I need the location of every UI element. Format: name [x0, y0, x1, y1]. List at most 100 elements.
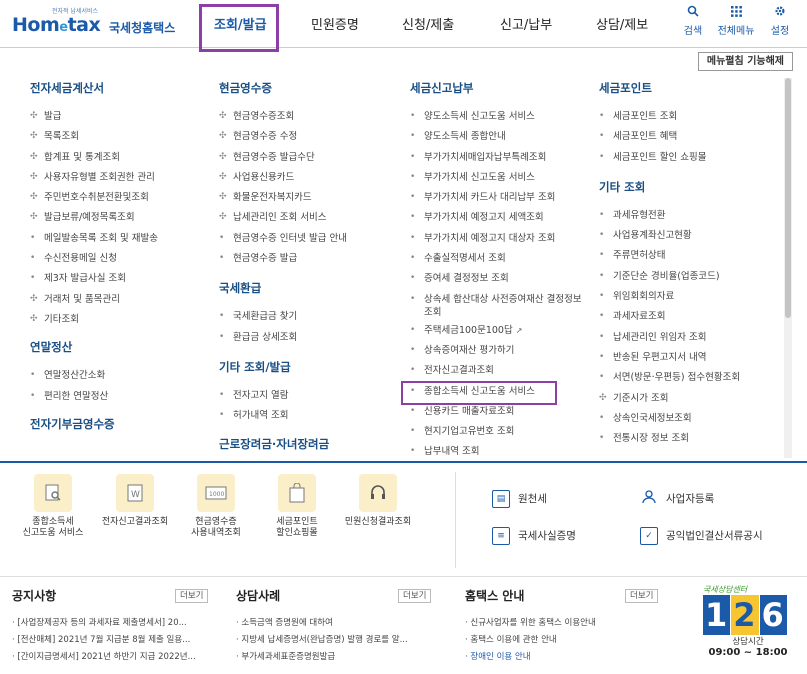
menu-item[interactable]: • 과세유형전환	[599, 209, 779, 229]
menu-item[interactable]: • 증여세 결정정보 조회	[410, 272, 590, 292]
settings-button[interactable]: 설정	[768, 4, 792, 37]
menu-item[interactable]: • 납부내역 조회	[410, 445, 590, 456]
menu-item[interactable]: • 사업용계좌신고현황	[599, 229, 779, 249]
guide-item[interactable]: · 장애인 이용 안내	[465, 650, 665, 662]
menu-item[interactable]: • 전통시장 정보 조회	[599, 432, 779, 452]
menu-item[interactable]: • 위임회회의자료	[599, 290, 779, 310]
quick-e-filing-result[interactable]: W 전자신고결과조회	[95, 474, 175, 528]
menu-item[interactable]: • 환급금 상세조회	[219, 331, 399, 351]
menu-item[interactable]: • 주택세금100문100답 ↗	[410, 324, 590, 344]
menu-item[interactable]: ✣ 합계표 및 통계조회	[30, 151, 210, 171]
menu-item[interactable]: • 현지기업고유번호 조회	[410, 425, 590, 445]
menu-item[interactable]: • 메일발송목록 조회 및 재발송	[30, 232, 210, 252]
notice-item[interactable]: · [전산매체] 2021년 7월 지급분 8월 제출 일용...	[12, 633, 212, 645]
nav-consult-report[interactable]: 상담/제보	[596, 14, 648, 33]
menu-item[interactable]: • 세금포인트 조회	[599, 110, 779, 130]
guide-item[interactable]: · 홈택스 이용에 관한 안내	[465, 633, 665, 645]
menu-item[interactable]: ✣ 현금영수증 수정	[219, 130, 399, 150]
section-divider	[0, 461, 807, 463]
menu-item[interactable]: ✣ 기타조회	[30, 313, 210, 333]
menu-item[interactable]: • 신용카드 매출자료조회	[410, 405, 590, 425]
menu-item[interactable]: • 연말정산간소화	[30, 369, 210, 389]
menu-scrollbar[interactable]	[784, 78, 792, 458]
all-menu-button[interactable]: 전체메뉴	[712, 4, 760, 37]
menu-item[interactable]: • 전자고지 열람	[219, 389, 399, 409]
nav-apply-submit[interactable]: 신청/제출	[402, 14, 454, 33]
menu-item[interactable]: • 상속인국세정보조회	[599, 412, 779, 432]
quick-cash-receipt-history[interactable]: 1000 현금영수증 사용내역조회	[176, 474, 256, 539]
cases-more-button[interactable]: 더보기	[398, 589, 432, 603]
menu-item[interactable]: • 납세관리인 위임자 조회	[599, 331, 779, 351]
quick-tax-point-mall[interactable]: 세금포인트 할인쇼핑몰	[257, 474, 337, 539]
menu-item[interactable]: • 상속세 합산대상 사전증여재산 결정정보 조회	[410, 293, 588, 324]
menu-item[interactable]: • 기준단순 경비율(업종코드)	[599, 270, 779, 290]
scrollbar-thumb[interactable]	[785, 78, 791, 318]
menu-item[interactable]: • 현금영수증 인터넷 발급 안내	[219, 232, 399, 252]
service-tax-certificate[interactable]: ≡ 국세사실증명	[492, 527, 576, 545]
menu-item[interactable]: • 제3자 발급사실 조회	[30, 272, 210, 292]
menu-item[interactable]: • 편리한 연말정산	[30, 390, 210, 410]
menu-item[interactable]: • 과세자료조회	[599, 310, 779, 330]
menu-item[interactable]: ✣ 발급보류/예정목록조회	[30, 211, 210, 231]
case-item[interactable]: · 소득금액 증명원에 대하여	[236, 616, 436, 628]
notice-item[interactable]: · [사업장제공자 등의 과세자료 제출명세서] 20...	[12, 616, 212, 628]
case-item[interactable]: · 부가세과세표준증명원발급	[236, 650, 436, 662]
call-center-banner[interactable]: 국세상담센터 126 상담시간 09:00 ~ 18:00	[703, 584, 793, 668]
menu-item[interactable]: • 수출실적명세서 조회	[410, 252, 590, 272]
menu-item[interactable]: • 반송된 우편고지서 내역	[599, 351, 779, 371]
menu-item[interactable]: • 서면(방문·우편등) 접수현황조회	[599, 371, 779, 391]
menu-item[interactable]: ✣ 화물운전자복지카드	[219, 191, 399, 211]
category-earned-income-incentive[interactable]: 근로장려금·자녀장려금	[219, 436, 399, 452]
service-business-registration[interactable]: 사업자등록	[640, 490, 714, 508]
menu-item[interactable]: ✣ 현금영수증 발급수단	[219, 151, 399, 171]
menu-item[interactable]: • 주류면허상태	[599, 249, 779, 269]
service-withholding-tax[interactable]: ▤ 원천세	[492, 490, 547, 508]
menu-item[interactable]: • 상속증여재산 평가하기	[410, 344, 590, 364]
menu-item[interactable]: • 수신전용메일 신청	[30, 252, 210, 272]
quick-civil-result[interactable]: 민원신청결과조회	[338, 474, 418, 528]
menu-item[interactable]: • 세금포인트 혜택	[599, 130, 779, 150]
notice-item[interactable]: · [간이지급명세서] 2021년 하반기 지급 2022년...	[12, 650, 212, 662]
category-tax-refund[interactable]: 국세환급	[219, 280, 399, 296]
guide-more-button[interactable]: 더보기	[625, 589, 659, 603]
menu-item[interactable]: ✣ 현금영수증조회	[219, 110, 399, 130]
menu-item[interactable]: • 양도소득세 신고도움 서비스	[410, 110, 590, 130]
menu-item[interactable]: • 부가가치세 예정고지 대상자 조회	[410, 232, 590, 252]
menu-item[interactable]: • 세금포인트 할인 쇼핑몰	[599, 151, 779, 171]
menu-item[interactable]: • 부가가치세 신고도움 서비스	[410, 171, 590, 191]
category-other-inquiry-issue[interactable]: 기타 조회/발급	[219, 359, 399, 375]
menu-item[interactable]: ✣ 사용자유형별 조회권한 관리	[30, 171, 210, 191]
menu-item[interactable]: ✣ 발급	[30, 110, 210, 130]
hometax-logo[interactable]: 전자적 납세서비스 Hometax 국세청홈택스	[12, 6, 175, 42]
menu-item[interactable]: ✣ 사업용신용카드	[219, 171, 399, 191]
notice-more-button[interactable]: 더보기	[175, 589, 209, 603]
menu-item[interactable]: ✣ 거래처 및 품목관리	[30, 293, 210, 313]
category-tax-report-payment[interactable]: 세금신고납부	[410, 80, 590, 96]
menu-item[interactable]: ✣ 기준시가 조회	[599, 392, 779, 412]
menu-item[interactable]: ✣ 목록조회	[30, 130, 210, 150]
category-year-end-settlement[interactable]: 연말정산	[30, 339, 210, 355]
guide-item[interactable]: · 신규사업자를 위한 홈택스 이용안내	[465, 616, 665, 628]
menu-item[interactable]: ✣ 주민번호수취분전환및조회	[30, 191, 210, 211]
nav-report-pay[interactable]: 신고/납부	[500, 14, 552, 33]
menu-item[interactable]: • 부가가치세 예정고지 세액조회	[410, 211, 590, 231]
service-public-corp-disclosure[interactable]: ✓ 공익법인결산서류공시	[640, 527, 763, 545]
menu-item[interactable]: • 허가내역 조회	[219, 409, 399, 429]
header: 전자적 납세서비스 Hometax 국세청홈택스 조회/발급 민원증명 신청/제…	[0, 0, 807, 48]
menu-item[interactable]: • 부가가치세 카드사 대리납부 조회	[410, 191, 590, 211]
menu-item[interactable]: • 양도소득세 종합안내	[410, 130, 590, 150]
menu-expand-toggle-button[interactable]: 메뉴펼침 기능해제	[697, 52, 793, 71]
category-tax-points[interactable]: 세금포인트	[599, 80, 779, 96]
category-e-donation-receipt[interactable]: 전자기부금영수증	[30, 416, 210, 432]
menu-item[interactable]: • 국세환급금 찾기	[219, 310, 399, 330]
category-e-tax-invoice[interactable]: 전자세금계산서	[30, 80, 210, 96]
menu-item[interactable]: • 현금영수증 발급	[219, 252, 399, 272]
nav-civil-certificate[interactable]: 민원증명	[311, 14, 359, 33]
search-button[interactable]: 검색	[682, 4, 704, 37]
category-cash-receipt[interactable]: 현금영수증	[219, 80, 399, 96]
menu-item[interactable]: ✣ 납세관리인 조회 서비스	[219, 211, 399, 231]
category-other-inquiry[interactable]: 기타 조회	[599, 179, 779, 195]
quick-income-tax-help[interactable]: 종합소득세 신고도움 서비스	[13, 474, 93, 539]
menu-item[interactable]: • 부가가치세매입자납부특례조회	[410, 151, 590, 171]
case-item[interactable]: · 지방세 납세증명서(완납증명) 발행 경로를 알...	[236, 633, 436, 645]
